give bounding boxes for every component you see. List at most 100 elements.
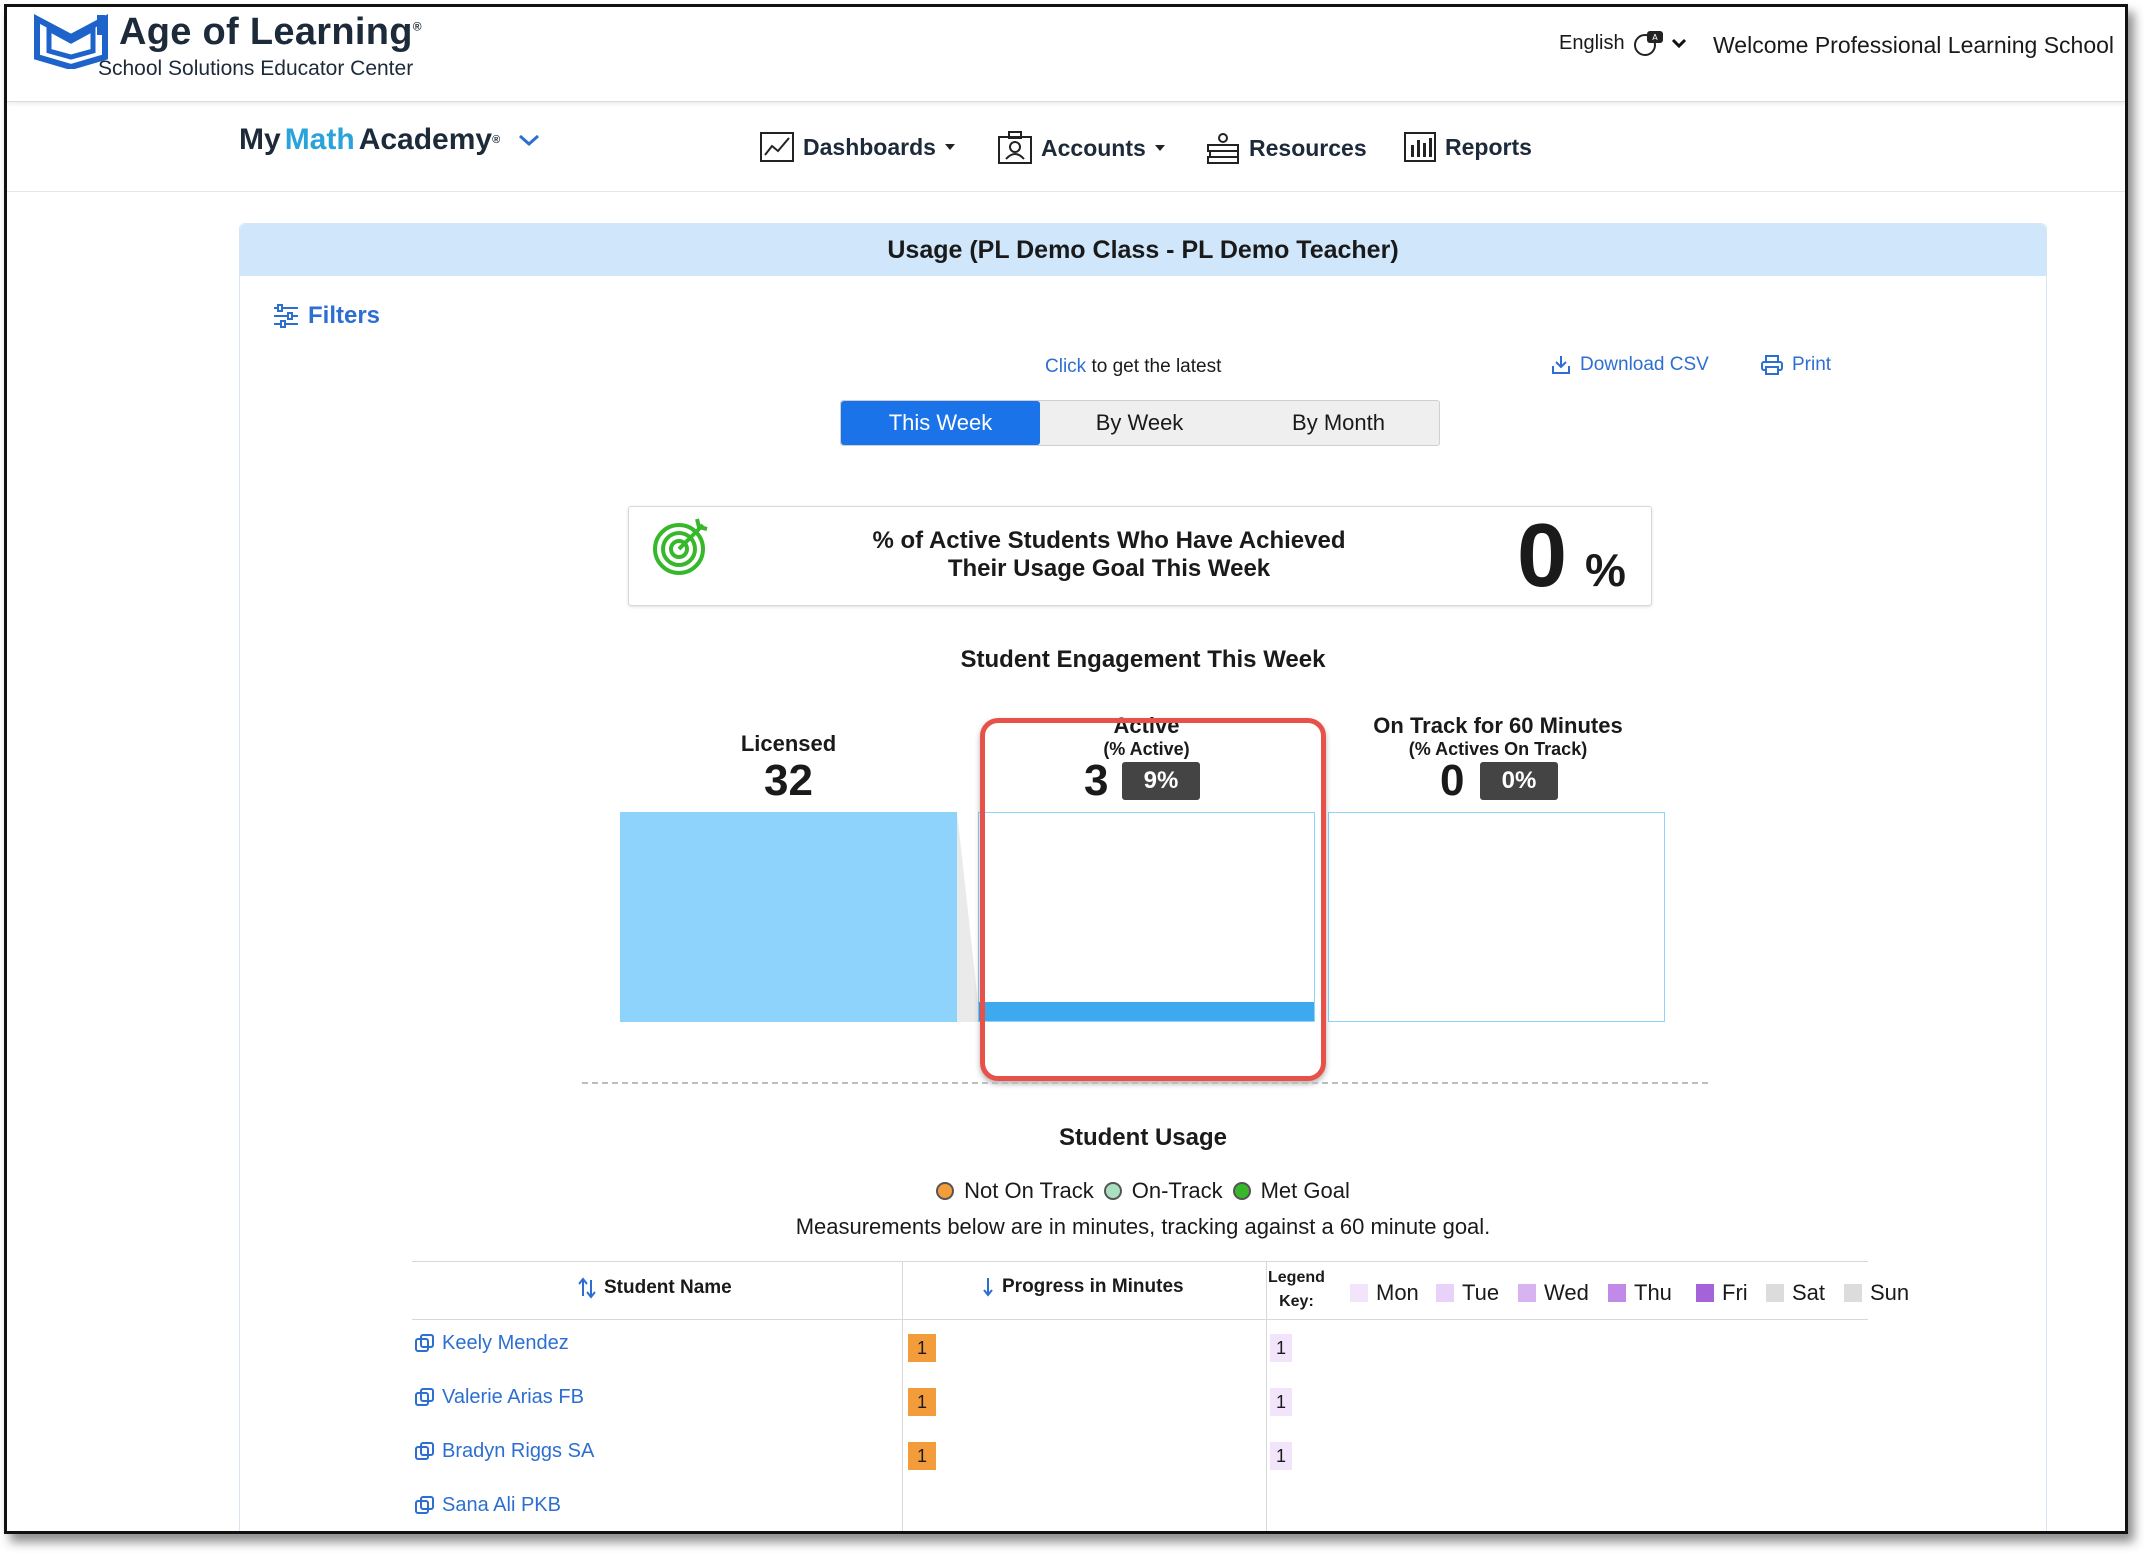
nav-reports[interactable]: Reports (1403, 131, 1532, 163)
external-link-icon (415, 1441, 434, 1460)
language-speech-icon: A (1633, 31, 1663, 56)
nav-resources[interactable]: Resources (1205, 131, 1367, 165)
accounts-icon (998, 131, 1032, 164)
sort-progress[interactable]: Progress in Minutes (982, 1276, 1184, 1298)
student-name: Bradyn Riggs SA (442, 1440, 595, 1462)
day-key-sun: Sun (1844, 1280, 1909, 1306)
student-name-header: Student Name (604, 1277, 732, 1298)
student-link[interactable]: Bradyn Riggs SA (414, 1440, 594, 1463)
student-link[interactable]: Valerie Arias FB (414, 1386, 584, 1409)
chevron-down-icon (1671, 38, 1686, 49)
language-selector[interactable]: English A (1559, 29, 1687, 57)
measurement-note: Measurements below are in minutes, track… (795, 1214, 1491, 1239)
tab-this-week[interactable]: This Week (841, 401, 1040, 445)
day-key-tue: Tue (1436, 1280, 1499, 1306)
external-link-icon (415, 1333, 434, 1352)
legend-key-line-2: Key: (1279, 1293, 1314, 1310)
tue-swatch (1436, 1284, 1454, 1302)
status-legend: Not On Track On-Track Met Goal (240, 1178, 2046, 1204)
nav-dashboards[interactable]: Dashboards (759, 131, 956, 163)
legend-on-track: On-Track (1131, 1178, 1223, 1203)
goal-line-2: Their Usage Goal This Week (947, 555, 1271, 582)
day-key-wed: Wed (1518, 1280, 1589, 1306)
download-csv-label: Download CSV (1580, 354, 1709, 375)
print-button[interactable]: Print (1760, 354, 1831, 376)
download-icon (1552, 356, 1570, 374)
funnel-connector (957, 812, 978, 1022)
on-track-label: On Track for 60 Minutes (% Actives On Tr… (1288, 713, 1708, 760)
student-usage-title: Student Usage (1058, 1124, 1228, 1151)
language-label: English (1559, 31, 1625, 54)
refresh-link[interactable]: Click (1045, 356, 1086, 377)
student-name: Valerie Arias FB (442, 1386, 584, 1408)
product-registered: ® (492, 134, 501, 146)
on-track-label-text: On Track for 60 Minutes (1373, 713, 1623, 738)
mon-swatch (1350, 1284, 1368, 1302)
mon-minutes: 1 (1270, 1388, 1292, 1416)
nav-resources-label: Resources (1249, 134, 1367, 161)
sat-swatch (1766, 1284, 1784, 1302)
printer-icon (1761, 355, 1783, 375)
product-switcher[interactable]: My Math Academy ® (239, 123, 540, 157)
progress-minutes: 1 (908, 1388, 936, 1416)
day-label: Thu (1634, 1280, 1672, 1305)
progress-minutes: 1 (908, 1334, 936, 1362)
student-link[interactable]: Keely Mendez (414, 1332, 569, 1355)
goal-value: 0 (1517, 506, 1568, 606)
tab-by-week[interactable]: By Week (1040, 401, 1239, 445)
section-divider (582, 1082, 1708, 1084)
day-key-mon: Mon (1350, 1280, 1419, 1306)
main-nav: My Math Academy ® Dashboards Accounts Re… (7, 103, 2125, 192)
fri-swatch (1696, 1284, 1714, 1302)
goal-description: % of Active Students Who Have Achieved T… (829, 527, 1389, 583)
active-highlight-annotation (980, 718, 1326, 1081)
reports-bar-chart-icon (1404, 132, 1436, 162)
target-bullseye-icon (653, 518, 708, 575)
brand-subtitle: School Solutions Educator Center (98, 57, 414, 80)
on-track-percent-badge: 0% (1480, 762, 1558, 800)
on-track-dot-icon (1103, 1182, 1122, 1200)
day-label: Sat (1792, 1280, 1826, 1305)
sliders-icon (274, 304, 298, 328)
legend-key-line-1: Legend (1268, 1269, 1325, 1286)
product-name-academy: Academy (358, 123, 493, 156)
nav-reports-label: Reports (1445, 133, 1532, 160)
svg-text:A: A (1652, 33, 1658, 42)
progress-header: Progress in Minutes (1002, 1276, 1184, 1297)
legend-met-goal: Met Goal (1260, 1178, 1350, 1203)
filters-button[interactable]: Filters (272, 302, 380, 330)
student-name: Keely Mendez (442, 1332, 569, 1354)
licensed-label: Licensed (620, 731, 957, 757)
external-link-icon (415, 1495, 434, 1514)
legend-not-on-track: Not On Track (964, 1178, 1094, 1203)
day-key-thu: Thu (1608, 1280, 1672, 1306)
chevron-down-icon (1154, 145, 1165, 151)
period-tabs: This Week By Week By Month (840, 400, 1440, 446)
not-on-track-dot-icon (936, 1182, 955, 1200)
progress-minutes: 1 (908, 1442, 936, 1470)
day-label: Tue (1462, 1280, 1500, 1305)
welcome-message: Welcome Professional Learning School (1713, 32, 2115, 58)
nav-accounts[interactable]: Accounts (997, 131, 1166, 165)
sort-student-name[interactable]: Student Name (578, 1276, 732, 1300)
nav-accounts-label: Accounts (1041, 134, 1146, 161)
panel-title: Usage (PL Demo Class - PL Demo Teacher) (240, 224, 2046, 276)
goal-line-1: % of Active Students Who Have Achieved (872, 527, 1346, 554)
download-csv-button[interactable]: Download CSV (1550, 354, 1709, 376)
on-track-sub-label: (% Actives On Track) (1408, 739, 1588, 759)
product-name-math: Math (284, 123, 355, 156)
top-header: Age of Learning® School Solutions Educat… (7, 7, 2125, 102)
day-label: Sun (1870, 1280, 1910, 1305)
product-chevron-down-icon (519, 134, 540, 147)
filters-label: Filters (308, 302, 381, 329)
external-link-icon (415, 1387, 434, 1406)
resources-books-icon (1207, 133, 1239, 164)
app-window: Age of Learning® School Solutions Educat… (4, 4, 2128, 1534)
usage-panel: Usage (PL Demo Class - PL Demo Teacher) … (239, 223, 2047, 1531)
table-column-divider (902, 1261, 903, 1531)
student-link[interactable]: Sana Ali PKB (414, 1494, 561, 1517)
tab-by-month[interactable]: By Month (1239, 401, 1438, 445)
on-track-bar (1328, 812, 1665, 1022)
licensed-bar (620, 812, 957, 1022)
on-track-value: 0 (1440, 756, 1465, 805)
